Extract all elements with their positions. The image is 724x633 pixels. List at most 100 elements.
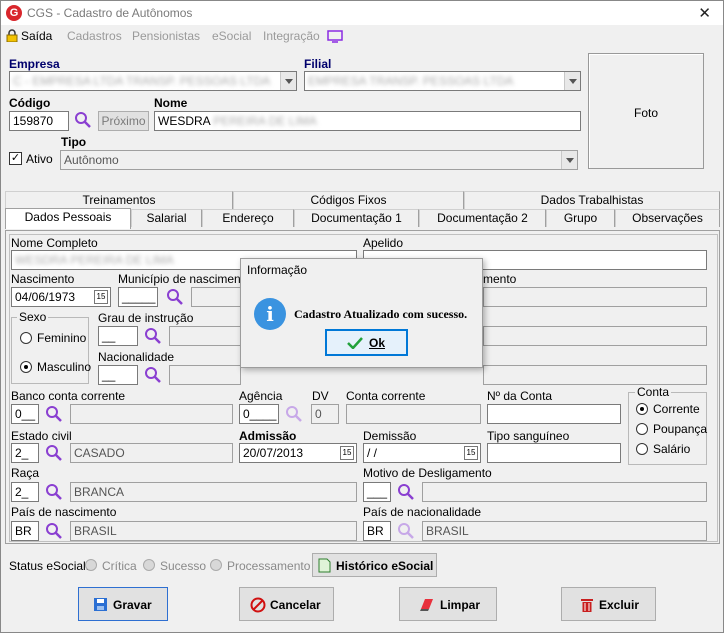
- ativo-checkbox[interactable]: ✓: [9, 152, 22, 165]
- pais-nac-code-input[interactable]: BR: [363, 521, 391, 541]
- app-logo-icon: G: [6, 5, 22, 21]
- gravar-label: Gravar: [113, 598, 152, 612]
- search-icon[interactable]: [144, 327, 162, 345]
- status-sucesso-radio[interactable]: [143, 559, 155, 571]
- filial-select[interactable]: EMPRESA TRANSP. PESSOAS LTDA: [304, 71, 581, 91]
- status-critica-radio[interactable]: [85, 559, 97, 571]
- search-icon[interactable]: [397, 522, 415, 540]
- sexo-feminino-label: Feminino: [37, 331, 87, 345]
- conta-poupanca-radio[interactable]: [636, 423, 648, 435]
- nome-label: Nome: [154, 96, 188, 110]
- ok-button[interactable]: Ok: [325, 329, 408, 356]
- tab-documentacao-1[interactable]: Documentação 1: [294, 209, 419, 227]
- trash-icon: [581, 599, 593, 612]
- tipo-select[interactable]: Autônomo: [60, 150, 578, 170]
- municipio-code-input[interactable]: _____: [118, 287, 158, 307]
- ok-label: Ok: [369, 336, 386, 350]
- historico-esocial-label: Histórico eSocial: [336, 559, 434, 573]
- historico-esocial-button[interactable]: Histórico eSocial: [312, 553, 437, 577]
- excluir-button[interactable]: Excluir: [561, 587, 656, 621]
- search-icon[interactable]: [45, 483, 63, 501]
- menu-cadastros[interactable]: Cadastros: [67, 29, 122, 43]
- tab-documentacao-2[interactable]: Documentação 2: [419, 209, 546, 227]
- pais-nac-label: País de nacionalidade: [363, 505, 482, 519]
- cancelar-button[interactable]: Cancelar: [239, 587, 334, 621]
- agencia-input[interactable]: 0____: [239, 404, 279, 424]
- conta-salario-radio[interactable]: [636, 443, 648, 455]
- search-icon[interactable]: [397, 483, 415, 501]
- banco-code-input[interactable]: 0__: [11, 404, 39, 424]
- nome-input[interactable]: WESDRA PEREIRA DE LIMA: [154, 111, 581, 131]
- sexo-feminino-radio[interactable]: [20, 332, 32, 344]
- limpar-button[interactable]: Limpar: [399, 587, 497, 621]
- search-icon[interactable]: [166, 288, 184, 306]
- close-icon[interactable]: ✕: [698, 4, 711, 22]
- tab-endereco[interactable]: Endereço: [202, 209, 294, 227]
- tab-treinamentos[interactable]: Treinamentos: [5, 191, 233, 209]
- empresa-select[interactable]: C - EMPRESA LTDA TRANSP. PESSOAS LTDA: [9, 71, 297, 91]
- conta-group-label: Conta: [635, 385, 672, 399]
- status-processamento-radio[interactable]: [210, 559, 222, 571]
- monitor-icon[interactable]: [327, 30, 343, 43]
- numero-conta-input[interactable]: [487, 404, 621, 424]
- nacionalidade-code-input[interactable]: __: [98, 365, 138, 385]
- pais-nac-desc: BRASIL: [422, 521, 707, 541]
- menu-pensionistas[interactable]: Pensionistas: [132, 29, 200, 43]
- apelido-label: Apelido: [363, 236, 404, 250]
- proximo-button[interactable]: Próximo: [98, 111, 149, 131]
- estado-civil-code-input[interactable]: 2_: [11, 443, 39, 463]
- search-icon[interactable]: [45, 444, 63, 462]
- tab-observacoes[interactable]: Observações: [615, 209, 720, 227]
- tab-grupo[interactable]: Grupo: [546, 209, 615, 227]
- search-icon[interactable]: [45, 522, 63, 540]
- search-icon[interactable]: [144, 366, 162, 384]
- demissao-input[interactable]: / / 15: [363, 443, 481, 463]
- codigo-label: Código: [9, 96, 51, 110]
- gravar-button[interactable]: Gravar: [78, 587, 168, 621]
- dv-input[interactable]: 0: [311, 404, 339, 424]
- chevron-down-icon[interactable]: [561, 151, 577, 169]
- calendar-icon[interactable]: 15: [94, 290, 108, 304]
- search-icon[interactable]: [74, 111, 92, 129]
- nacionalidade-desc: [169, 365, 241, 385]
- photo-label: Foto: [633, 106, 658, 120]
- tab-dados-pessoais[interactable]: Dados Pessoais: [5, 208, 131, 229]
- search-icon[interactable]: [45, 405, 63, 423]
- chevron-down-icon[interactable]: [564, 72, 580, 90]
- status-sucesso-label: Sucesso: [160, 559, 207, 573]
- empresa-label: Empresa: [9, 57, 60, 71]
- nome-value: WESDRA: [158, 114, 211, 128]
- motivo-code-input[interactable]: ___: [363, 482, 391, 502]
- sexo-masculino-radio[interactable]: [20, 361, 32, 373]
- grau-code-input[interactable]: __: [98, 326, 138, 346]
- conta-corrente-input[interactable]: [346, 404, 481, 424]
- naturalidade-label: mento: [483, 272, 517, 286]
- tab-salarial[interactable]: Salarial: [131, 209, 202, 227]
- menu-esocial[interactable]: eSocial: [212, 29, 251, 43]
- status-esocial-label: Status eSocial:: [9, 559, 90, 573]
- menu-exit[interactable]: Saída: [21, 29, 52, 43]
- tab-codigos-fixos[interactable]: Códigos Fixos: [233, 191, 464, 209]
- pais-nasc-code-input[interactable]: BR: [11, 521, 39, 541]
- chevron-down-icon[interactable]: [280, 72, 296, 90]
- conta-corrente-radio[interactable]: [636, 403, 648, 415]
- nascimento-input[interactable]: 04/06/1973 15: [11, 287, 111, 307]
- photo-box[interactable]: Foto: [588, 53, 704, 169]
- raca-code-input[interactable]: 2_: [11, 482, 39, 502]
- nascimento-label: Nascimento: [11, 272, 75, 286]
- nacionalidade-label: Nacionalidade: [98, 350, 175, 364]
- codigo-input[interactable]: 159870: [9, 111, 69, 131]
- menu-integracao[interactable]: Integração: [263, 29, 320, 43]
- calendar-icon[interactable]: 15: [464, 446, 478, 460]
- tipo-sanguineo-input[interactable]: [487, 443, 621, 463]
- admissao-input[interactable]: 20/07/2013 15: [239, 443, 357, 463]
- pais-nasc-desc: BRASIL: [70, 521, 357, 541]
- tab-dados-trabalhistas[interactable]: Dados Trabalhistas: [464, 191, 720, 209]
- search-icon[interactable]: [285, 405, 303, 423]
- calendar-icon[interactable]: 15: [340, 446, 354, 460]
- empresa-value: C - EMPRESA LTDA TRANSP. PESSOAS LTDA: [13, 74, 271, 88]
- estado-civil-label: Estado civil: [11, 429, 72, 443]
- filial-label: Filial: [304, 57, 332, 71]
- demissao-label: Demissão: [363, 429, 417, 443]
- nome-completo-value: WESDRA PEREIRA DE LIMA: [15, 253, 174, 267]
